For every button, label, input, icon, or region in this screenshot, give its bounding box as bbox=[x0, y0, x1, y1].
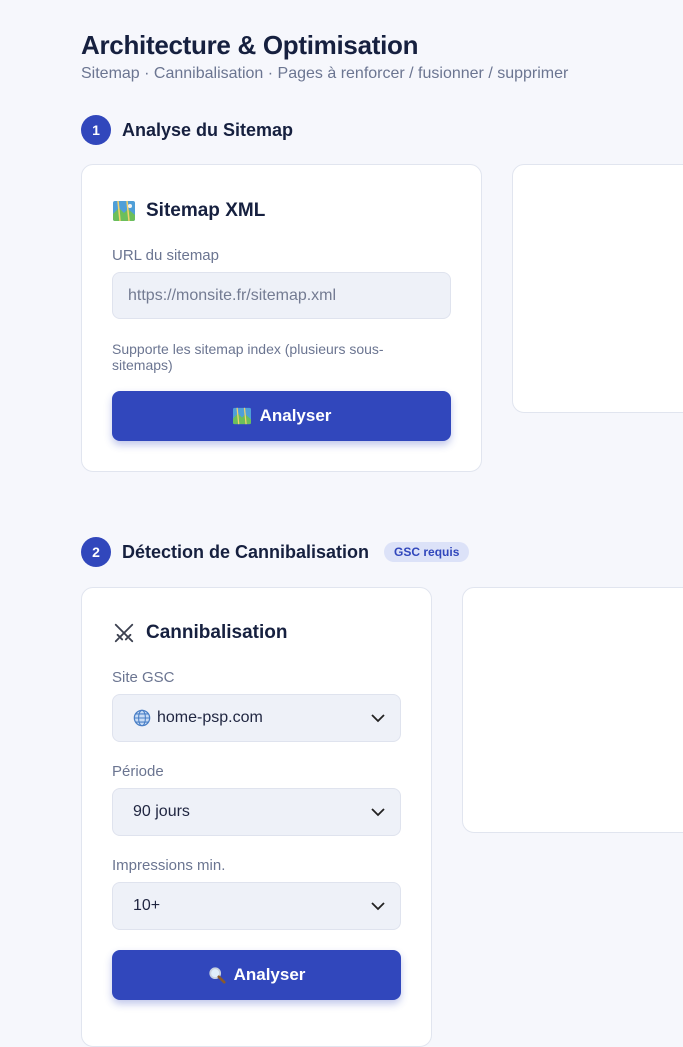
analyze-cannibalisation-button[interactable]: Analyser bbox=[112, 950, 401, 1000]
cannibalisation-card: Cannibalisation Site GSC home-psp.com Pé… bbox=[81, 587, 432, 1047]
magnifier-icon bbox=[208, 967, 226, 984]
site-gsc-label: Site GSC bbox=[112, 669, 175, 686]
chevron-down-icon bbox=[371, 714, 385, 723]
section-title: Analyse du Sitemap bbox=[122, 119, 294, 140]
map-icon bbox=[232, 407, 251, 425]
select-value: 90 jours bbox=[133, 803, 190, 820]
sitemap-url-input[interactable] bbox=[112, 272, 451, 319]
sitemap-card: Sitemap XML URL du sitemap Supporte les … bbox=[81, 164, 482, 472]
card-title: Cannibalisation bbox=[146, 622, 288, 643]
sitemap-helper-text: Supporte les sitemap index (plusieurs so… bbox=[112, 341, 384, 373]
sitemap-results-panel bbox=[512, 164, 683, 413]
step-number-badge: 1 bbox=[81, 115, 111, 145]
button-label: Analyser bbox=[233, 965, 306, 984]
card-header: Sitemap XML bbox=[112, 200, 265, 222]
site-gsc-select[interactable]: home-psp.com bbox=[112, 694, 401, 742]
analyze-sitemap-button[interactable]: Analyser bbox=[112, 391, 451, 441]
card-header: Cannibalisation bbox=[112, 622, 287, 644]
select-value: 10+ bbox=[133, 897, 161, 914]
globe-icon bbox=[133, 709, 151, 727]
impressions-select[interactable]: 10+ bbox=[112, 882, 401, 930]
page-subtitle: Sitemap · Cannibalisation · Pages à renf… bbox=[81, 65, 569, 82]
impressions-label: Impressions min. bbox=[112, 857, 226, 874]
cannibalisation-results-panel bbox=[462, 587, 683, 833]
chevron-down-icon bbox=[371, 808, 385, 817]
period-select[interactable]: 90 jours bbox=[112, 788, 401, 836]
card-title: Sitemap XML bbox=[146, 200, 266, 221]
select-value: home-psp.com bbox=[157, 709, 263, 726]
page-title: Architecture & Optimisation bbox=[81, 30, 419, 60]
chevron-down-icon bbox=[371, 902, 385, 911]
section-cannibalisation-header: 2 Détection de Cannibalisation GSC requi… bbox=[81, 537, 470, 567]
button-label: Analyser bbox=[259, 406, 332, 425]
gsc-required-badge: GSC requis bbox=[384, 542, 470, 562]
step-number-badge: 2 bbox=[81, 537, 111, 567]
period-label: Période bbox=[112, 763, 164, 780]
section-sitemap-header: 1 Analyse du Sitemap bbox=[81, 115, 293, 145]
section-title: Détection de Cannibalisation bbox=[122, 541, 370, 562]
crossed-swords-icon bbox=[114, 623, 134, 643]
map-icon bbox=[113, 200, 135, 222]
sitemap-url-label: URL du sitemap bbox=[112, 247, 219, 264]
